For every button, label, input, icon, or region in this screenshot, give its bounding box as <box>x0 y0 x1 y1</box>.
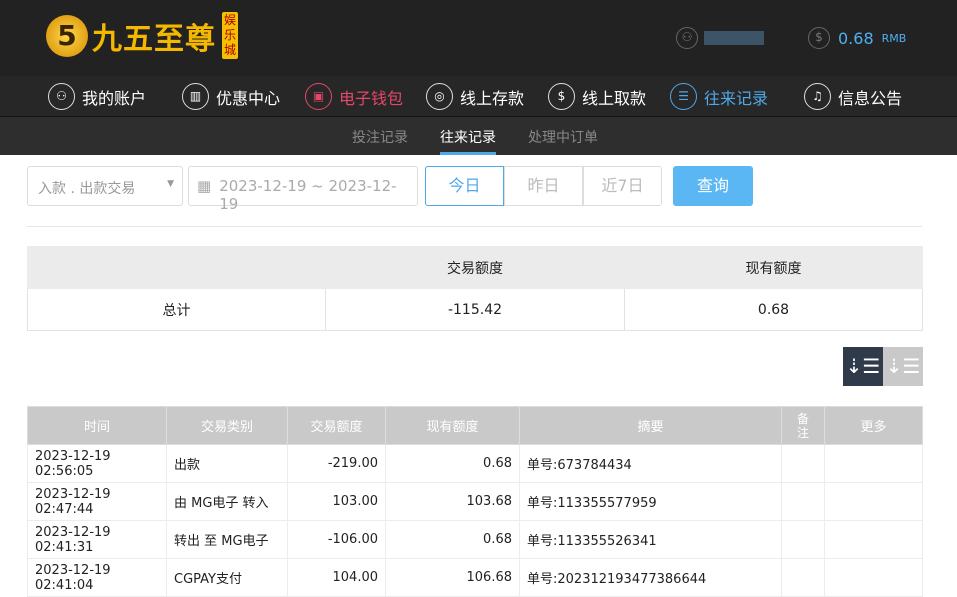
table-cell: 2023-12-19 02:56:05 <box>27 444 167 483</box>
nav-deposit[interactable]: ◎ 线上存款 <box>426 83 524 110</box>
nav-label: 线上取款 <box>582 88 647 108</box>
balance: $0.68 RMB <box>808 27 906 49</box>
table-cell: 0.68 <box>385 520 520 559</box>
table-cell: CGPAY支付 <box>166 558 288 597</box>
main-nav: ⚇ 我的账户 ▥ 优惠中心 ▣ 电子钱包 ◎ 线上存款 $ 线上取款 ☰ 往来记录 ♫ 信息公… <box>0 76 957 117</box>
summary-transaction-amount: -115.42 <box>325 288 625 331</box>
col-header: 交易类别 <box>166 406 288 445</box>
col-header: 现有额度 <box>385 406 520 445</box>
last-7-days-button[interactable]: 近7日 <box>583 166 662 206</box>
table-cell: 出款 <box>166 444 288 483</box>
nav-promotions[interactable]: ▥ 优惠中心 <box>182 83 280 110</box>
sort-ascending-icon[interactable]: ⇣☰ <box>883 347 923 386</box>
table-cell: 单号:113355577959 <box>519 482 782 521</box>
table-cell: 0.68 <box>385 444 520 483</box>
table-cell: 2023-12-19 02:41:04 <box>27 558 167 597</box>
currency: RMB <box>881 31 907 45</box>
query-button[interactable]: 查询 <box>673 166 753 206</box>
nav-withdraw[interactable]: $ 线上取款 <box>548 83 646 110</box>
col-header: 备注 <box>781 406 825 445</box>
deposit-icon: ◎ <box>426 83 453 110</box>
summary-table: 交易额度 现有额度 总计 -115.42 0.68 <box>27 246 923 331</box>
transaction-type-select[interactable]: 入款 . 出款交易 ▼ <box>27 166 183 206</box>
calendar-icon: ▦ <box>197 177 212 195</box>
logo[interactable]: 5 九五至尊 娱乐城 <box>46 12 238 59</box>
summary-header <box>27 246 326 289</box>
active-tab-indicator <box>440 152 496 155</box>
table-cell: 由 MG电子 转入 <box>166 482 288 521</box>
table-row: 2023-12-19 02:47:44 由 MG电子 转入 103.00 103.68… <box>27 482 923 521</box>
nav-label: 我的账户 <box>82 88 147 108</box>
user-info[interactable]: ⚇ <box>676 27 764 49</box>
nav-announcements[interactable]: ♫ 信息公告 <box>804 83 902 110</box>
summary-label: 总计 <box>27 288 326 331</box>
tab-transaction-records[interactable]: 往来记录 <box>440 127 496 147</box>
user-icon: ⚇ <box>676 27 698 49</box>
table-cell <box>781 444 825 483</box>
table-cell: 104.00 <box>287 558 386 597</box>
username-redacted <box>704 31 764 45</box>
logo-tag: 娱乐城 <box>222 12 238 59</box>
records-table: 时间 交易类别 交易额度 现有额度 摘要 备注 更多 2023-12-19 02… <box>27 406 923 597</box>
balance-value: 0.68 <box>838 28 874 48</box>
records-icon: ☰ <box>670 83 697 110</box>
table-cell <box>824 482 923 521</box>
tab-bet-records[interactable]: 投注记录 <box>352 127 408 147</box>
sub-nav: 投注记录 往来记录 处理中订单 <box>0 117 957 155</box>
today-button[interactable]: 今日 <box>425 166 504 206</box>
table-cell: 2023-12-19 02:47:44 <box>27 482 167 521</box>
table-cell: 103.68 <box>385 482 520 521</box>
col-header: 交易额度 <box>287 406 386 445</box>
nav-label: 优惠中心 <box>216 88 281 108</box>
divider <box>27 226 922 227</box>
withdraw-icon: $ <box>548 83 575 110</box>
table-cell <box>781 558 825 597</box>
table-cell: 106.68 <box>385 558 520 597</box>
table-row: 2023-12-19 02:56:05 出款 -219.00 0.68 单号:67378… <box>27 444 923 483</box>
bell-icon: ♫ <box>804 83 831 110</box>
date-range-input[interactable]: ▦ 2023-12-19 ~ 2023-12-19 <box>188 166 418 213</box>
top-header: 5 九五至尊 娱乐城 ⚇ $0.68 RMB <box>0 0 957 76</box>
table-cell: -219.00 <box>287 444 386 483</box>
nav-my-account[interactable]: ⚇ 我的账户 <box>48 83 146 110</box>
user-icon: ⚇ <box>48 83 75 110</box>
summary-header: 交易额度 <box>325 246 625 289</box>
col-header: 更多 <box>824 406 923 445</box>
sort-descending-icon[interactable]: ⇣☰ <box>843 347 883 386</box>
yesterday-button[interactable]: 昨日 <box>504 166 583 206</box>
table-cell <box>824 520 923 559</box>
col-header: 摘要 <box>519 406 782 445</box>
table-cell: 单号:202312193477386644 <box>519 558 782 597</box>
summary-header: 现有额度 <box>624 246 923 289</box>
wallet-icon: ▣ <box>305 83 332 110</box>
dollar-icon: $ <box>808 27 830 49</box>
table-cell: 单号:673784434 <box>519 444 782 483</box>
date-range-value: 2023-12-19 ~ 2023-12-19 <box>219 177 397 213</box>
table-cell <box>781 520 825 559</box>
logo-text: 九五至尊 <box>92 21 216 57</box>
nav-label: 往来记录 <box>704 88 769 108</box>
table-cell <box>824 558 923 597</box>
col-header: 时间 <box>27 406 167 445</box>
table-cell: 单号:113355526341 <box>519 520 782 559</box>
gift-icon: ▥ <box>182 83 209 110</box>
logo-icon: 5 <box>46 14 88 57</box>
table-cell <box>824 444 923 483</box>
table-row: 2023-12-19 02:41:04 CGPAY支付 104.00 106.68 单号… <box>27 558 923 597</box>
table-cell <box>781 482 825 521</box>
nav-records[interactable]: ☰ 往来记录 <box>670 83 768 110</box>
tab-pending-orders[interactable]: 处理中订单 <box>528 127 598 147</box>
table-cell: 2023-12-19 02:41:31 <box>27 520 167 559</box>
table-cell: -106.00 <box>287 520 386 559</box>
nav-label: 信息公告 <box>838 88 903 108</box>
summary-current-balance: 0.68 <box>624 288 923 331</box>
nav-label: 电子钱包 <box>339 88 404 108</box>
nav-label: 线上存款 <box>460 88 525 108</box>
table-row: 2023-12-19 02:41:31 转出 至 MG电子 -106.00 0.68 单… <box>27 520 923 559</box>
table-cell: 转出 至 MG电子 <box>166 520 288 559</box>
nav-wallet[interactable]: ▣ 电子钱包 <box>305 83 403 110</box>
select-value: 入款 . 出款交易 <box>38 181 136 197</box>
caret-down-icon: ▼ <box>167 179 174 189</box>
table-cell: 103.00 <box>287 482 386 521</box>
